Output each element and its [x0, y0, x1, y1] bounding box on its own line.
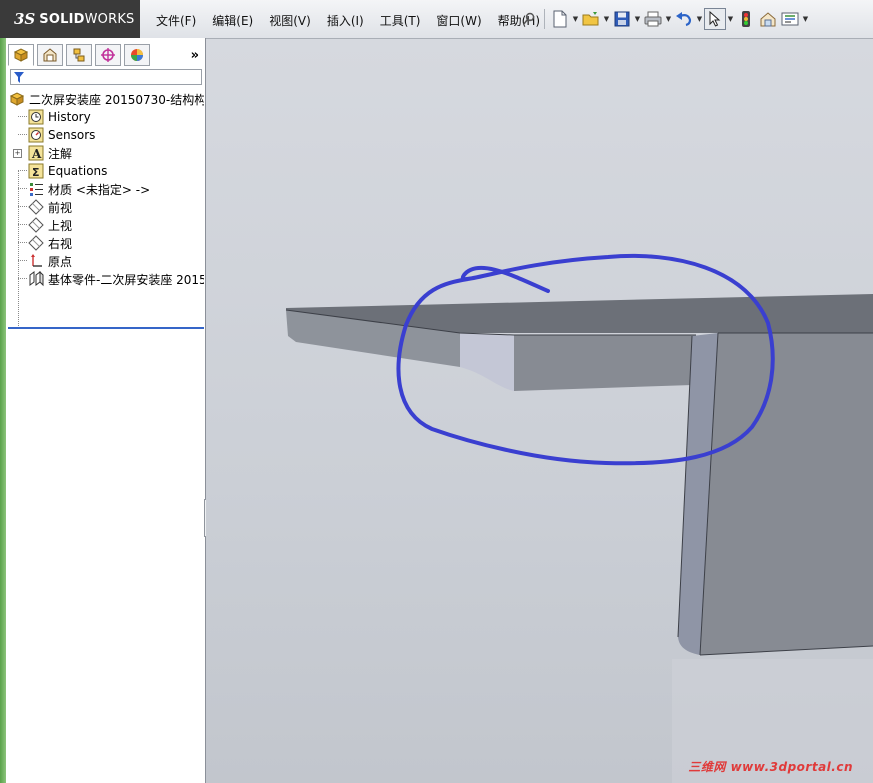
tree-item-label: 上视: [48, 218, 73, 233]
menu-insert[interactable]: 插入(I): [319, 10, 372, 31]
panel-more-button[interactable]: »: [191, 48, 199, 63]
material-icon: [28, 181, 44, 197]
annotations-icon: A: [28, 145, 44, 161]
origin-icon: [28, 253, 44, 269]
toolbar-separator: [544, 9, 545, 29]
sensors-icon: [28, 127, 44, 143]
options-icon[interactable]: [757, 8, 779, 30]
tree-item-sensors[interactable]: Sensors: [8, 126, 204, 144]
tree-item-label: 原点: [48, 254, 73, 269]
tree-item-label: 右视: [48, 236, 73, 251]
new-document-dropdown[interactable]: ▼: [571, 8, 580, 30]
open-dropdown[interactable]: ▼: [602, 8, 611, 30]
expand-toggle[interactable]: +: [13, 149, 22, 158]
tree-item-label: 前视: [48, 200, 73, 215]
svg-text:A: A: [31, 147, 42, 161]
open-folder-icon[interactable]: [580, 8, 602, 30]
sheet-metal-model: [285, 253, 873, 783]
customize-icon[interactable]: [779, 8, 801, 30]
tree-branch: [18, 206, 27, 207]
print-icon[interactable]: [642, 8, 664, 30]
save-dropdown[interactable]: ▼: [633, 8, 642, 30]
tree-item-equations[interactable]: Σ Equations: [8, 162, 204, 180]
tree-branch: [18, 188, 27, 189]
tree-branch: [18, 116, 27, 117]
tree-item-label: Equations: [48, 164, 108, 178]
feature-manager-panel: » 二次屏安装座 20150730-结构构 History Sensors + …: [0, 38, 206, 783]
tree-item-right-plane[interactable]: 右视: [8, 234, 204, 252]
tree-item-history[interactable]: History: [8, 108, 204, 126]
tree-item-top-plane[interactable]: 上视: [8, 216, 204, 234]
tree-branch: [18, 224, 27, 225]
save-icon[interactable]: [611, 8, 633, 30]
tree-filter-input[interactable]: [10, 69, 202, 85]
tree-item-label: Sensors: [48, 128, 96, 142]
standard-toolbar: ▼ ▼ ▼ ▼ ▼ ▼ ▼: [518, 8, 810, 30]
rollback-bar[interactable]: [8, 327, 204, 329]
configuration-manager-icon[interactable]: [66, 44, 92, 66]
tree-branch: [18, 170, 27, 171]
part-icon: [9, 91, 25, 107]
tree-item-front-plane[interactable]: 前视: [8, 198, 204, 216]
tree-branch: [18, 134, 27, 135]
plane-icon: [28, 199, 44, 215]
display-manager-icon[interactable]: [124, 44, 150, 66]
tree-branch: [18, 260, 27, 261]
undo-dropdown[interactable]: ▼: [695, 8, 704, 30]
sheetmetal-part-icon: [28, 271, 44, 287]
solidworks-logo: 3S SOLIDWORKS: [0, 0, 140, 38]
model-bend-relief: [460, 333, 514, 391]
equations-icon: Σ: [28, 163, 44, 179]
undo-icon[interactable]: [673, 8, 695, 30]
panel-tab-strip: »: [8, 44, 203, 66]
customize-dropdown[interactable]: ▼: [801, 8, 810, 30]
select-cursor-icon[interactable]: [704, 8, 726, 30]
history-icon: [28, 109, 44, 125]
property-manager-icon[interactable]: [37, 44, 63, 66]
site-watermark: 三维网 www.3dportal.cn: [688, 760, 853, 774]
plane-icon: [28, 217, 44, 233]
new-document-icon[interactable]: [549, 8, 571, 30]
filter-icon: [14, 71, 24, 83]
tree-root-part[interactable]: 二次屏安装座 20150730-结构构: [8, 90, 204, 108]
tree-item-annotations[interactable]: + A 注解: [8, 144, 204, 162]
tree-branch: [18, 278, 27, 279]
solidworks-wordmark: SOLIDWORKS: [39, 11, 135, 27]
menu-file[interactable]: 文件(F): [148, 10, 204, 31]
ds-logo-mark: 3S: [14, 10, 36, 28]
graphics-viewport[interactable]: 三维网 www.3dportal.cn: [206, 39, 873, 783]
tree-item-label: 基体零件-二次屏安装座 2015: [48, 272, 204, 287]
tree-item-origin[interactable]: 原点: [8, 252, 204, 270]
tree-branch: [18, 242, 27, 243]
tree-item-label: History: [48, 110, 91, 124]
menu-view[interactable]: 视图(V): [261, 10, 319, 31]
model-wall-face: [700, 333, 873, 655]
dim-xpert-icon[interactable]: [95, 44, 121, 66]
tree-item-sheetmetal-base[interactable]: 基体零件-二次屏安装座 2015: [8, 270, 204, 288]
print-dropdown[interactable]: ▼: [664, 8, 673, 30]
feature-tree: 二次屏安装座 20150730-结构构 History Sensors + A …: [8, 90, 204, 326]
svg-text:Σ: Σ: [32, 166, 40, 179]
traffic-light-icon[interactable]: [735, 8, 757, 30]
select-dropdown[interactable]: ▼: [726, 8, 735, 30]
title-toolbar: 3S SOLIDWORKS 文件(F) 编辑(E) 视图(V) 插入(I) 工具…: [0, 0, 873, 39]
tree-item-label: 注解: [48, 146, 73, 161]
tree-root-label: 二次屏安装座 20150730-结构构: [29, 92, 204, 107]
menu-tools[interactable]: 工具(T): [372, 10, 429, 31]
menu-window[interactable]: 窗口(W): [428, 10, 489, 31]
plane-icon: [28, 235, 44, 251]
menu-edit[interactable]: 编辑(E): [204, 10, 261, 31]
pin-icon[interactable]: [518, 8, 540, 30]
feature-manager-icon[interactable]: [8, 44, 34, 66]
tree-item-material[interactable]: 材质 <未指定> ->: [8, 180, 204, 198]
tree-item-label: 材质 <未指定> ->: [48, 182, 151, 197]
menu-bar: 文件(F) 编辑(E) 视图(V) 插入(I) 工具(T) 窗口(W) 帮助(H…: [148, 10, 548, 31]
model-flange-front-mid: [514, 335, 696, 391]
